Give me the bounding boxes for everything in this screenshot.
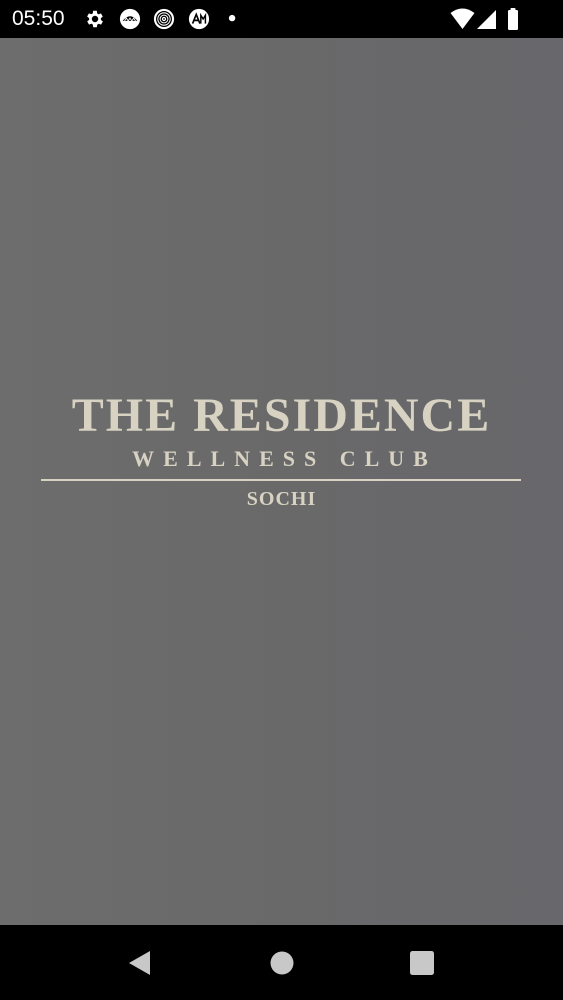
logo-divider <box>41 479 521 481</box>
status-bar: 05:50 <box>0 0 563 38</box>
ai-app-icon <box>188 8 210 30</box>
wifi-icon <box>450 8 475 29</box>
logo-subtitle: WELLNESS CLUB <box>132 446 437 471</box>
cellular-signal-icon <box>477 10 496 29</box>
home-icon[interactable] <box>268 949 296 977</box>
spiral-app-icon <box>153 8 175 30</box>
logo-title: THE RESIDENCE <box>71 389 492 442</box>
battery-icon <box>508 8 518 30</box>
umbrella-app-icon <box>119 8 141 30</box>
navigation-bar <box>0 925 563 1000</box>
settings-icon <box>87 10 103 28</box>
app-screen: 05:50 THE RESIDENCE WELLNESS CLUB SOCHI <box>0 0 563 1000</box>
splash-screen: THE RESIDENCE WELLNESS CLUB SOCHI <box>0 38 563 925</box>
notification-dot-icon <box>228 14 236 22</box>
recents-icon[interactable] <box>408 949 436 977</box>
back-icon[interactable] <box>126 949 154 977</box>
logo-city: SOCHI <box>246 488 317 510</box>
status-time: 05:50 <box>12 7 65 30</box>
